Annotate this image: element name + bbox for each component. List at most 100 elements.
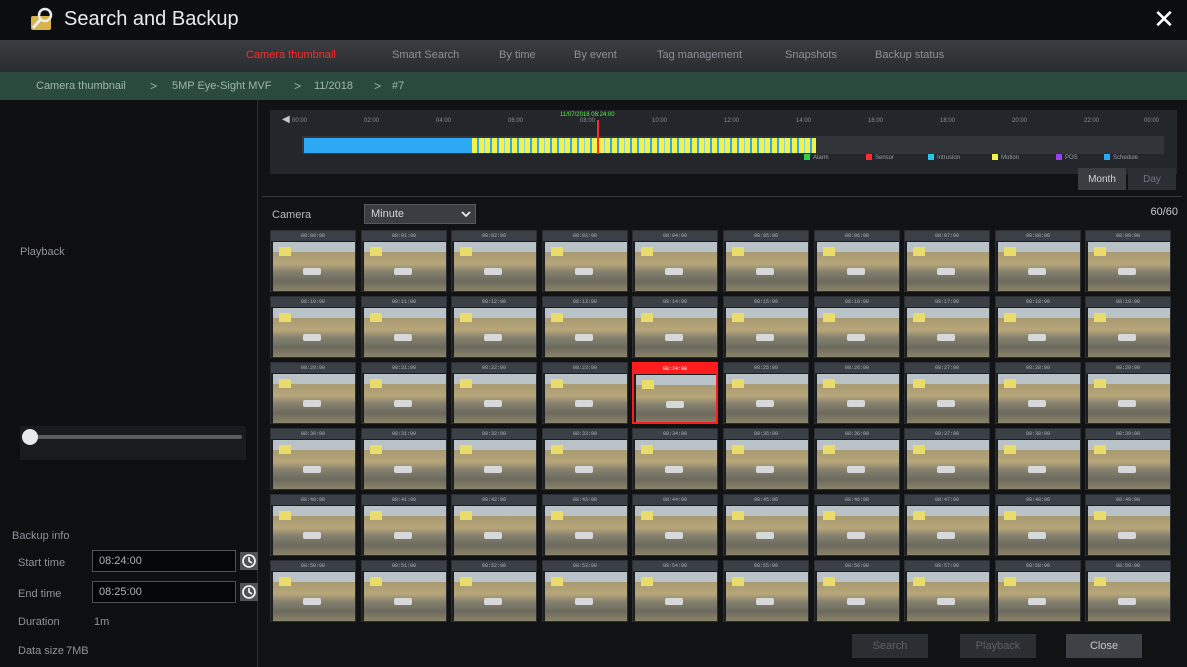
camera-label: Camera [272,209,312,221]
end-time-input[interactable] [92,581,236,603]
thumbnail[interactable]: 08:31:00 [361,428,447,490]
thumbnail[interactable]: 08:12:00 [451,296,537,358]
thumbnail[interactable]: 08:33:00 [542,428,628,490]
tab-smart-search[interactable]: Smart Search [392,49,459,61]
thumbnail[interactable]: 08:32:00 [451,428,537,490]
thumbnail-time: 08:32:00 [452,429,536,439]
timeline[interactable]: ◀ 00:00 02:00 04:00 06:00 08:00 10:00 12… [270,110,1177,174]
thumbnail[interactable]: 08:03:00 [542,230,628,292]
thumbnail[interactable]: 08:08:00 [995,230,1081,292]
thumbnail-image [726,440,808,489]
thumbnail[interactable]: 08:28:00 [995,362,1081,424]
thumbnail-image [817,440,899,489]
thumbnail[interactable]: 08:09:00 [1085,230,1171,292]
thumbnail[interactable]: 08:45:00 [723,494,809,556]
clock-icon[interactable] [240,583,258,601]
playback-progress [20,426,246,460]
thumbnail[interactable]: 08:30:00 [270,428,356,490]
thumbnail[interactable]: 08:54:00 [632,560,718,622]
close-button[interactable]: Close [1066,634,1142,658]
thumbnail[interactable]: 08:25:00 [723,362,809,424]
thumbnail[interactable]: 08:43:00 [542,494,628,556]
thumbnail[interactable]: 08:21:00 [361,362,447,424]
day-button[interactable]: Day [1128,168,1176,190]
thumbnail[interactable]: 08:53:00 [542,560,628,622]
thumbnail[interactable]: 08:13:00 [542,296,628,358]
thumbnail[interactable]: 08:37:00 [904,428,990,490]
thumbnail[interactable]: 08:58:00 [995,560,1081,622]
thumbnail[interactable]: 08:05:00 [723,230,809,292]
tab-snapshots[interactable]: Snapshots [785,49,837,61]
thumbnail[interactable]: 08:20:00 [270,362,356,424]
breadcrumb-camera[interactable]: 5MP Eye-Sight MVF [172,80,271,92]
thumbnail[interactable]: 08:55:00 [723,560,809,622]
thumbnail[interactable]: 08:48:00 [995,494,1081,556]
tab-tag-management[interactable]: Tag management [657,49,742,61]
thumbnail[interactable]: 08:46:00 [814,494,900,556]
thumbnail[interactable]: 08:06:00 [814,230,900,292]
thumbnail[interactable]: 08:15:00 [723,296,809,358]
thumbnail-time: 08:37:00 [905,429,989,439]
thumbnail[interactable]: 08:38:00 [995,428,1081,490]
playback-area[interactable]: Playback [20,246,65,258]
thumbnail[interactable]: 08:27:00 [904,362,990,424]
thumbnail-time: 08:28:00 [996,363,1080,373]
thumbnail[interactable]: 08:00:00 [270,230,356,292]
thumbnail[interactable]: 08:50:00 [270,560,356,622]
thumbnail[interactable]: 08:40:00 [270,494,356,556]
thumbnail[interactable]: 08:04:00 [632,230,718,292]
start-time-input[interactable] [92,550,236,572]
thumbnail[interactable]: 08:44:00 [632,494,718,556]
breadcrumb-day[interactable]: #7 [392,80,404,92]
thumbnail[interactable]: 08:56:00 [814,560,900,622]
thumbnail[interactable]: 08:11:00 [361,296,447,358]
breadcrumb-camera-thumbnail[interactable]: Camera thumbnail [36,80,126,92]
progress-handle[interactable] [22,429,38,445]
thumbnail[interactable]: 08:52:00 [451,560,537,622]
thumbnail[interactable]: 08:59:00 [1085,560,1171,622]
thumbnail[interactable]: 08:22:00 [451,362,537,424]
thumbnail[interactable]: 08:10:00 [270,296,356,358]
tab-backup-status[interactable]: Backup status [875,49,944,61]
playback-button[interactable]: Playback [960,634,1036,658]
close-icon[interactable]: ✕ [1151,6,1177,32]
thumbnail[interactable]: 08:23:00 [542,362,628,424]
thumbnail-image [273,242,355,291]
thumbnail[interactable]: 08:47:00 [904,494,990,556]
tab-by-event[interactable]: By event [574,49,617,61]
thumbnail[interactable]: 08:42:00 [451,494,537,556]
thumbnail[interactable]: 08:07:00 [904,230,990,292]
progress-track[interactable] [30,435,242,439]
thumbnail[interactable]: 08:02:00 [451,230,537,292]
thumbnail-image [817,242,899,291]
thumbnail-image [545,440,627,489]
thumbnail[interactable]: 08:34:00 [632,428,718,490]
timeline-cursor[interactable] [597,120,599,154]
thumbnail[interactable]: 08:18:00 [995,296,1081,358]
thumbnail[interactable]: 08:41:00 [361,494,447,556]
breadcrumb-month[interactable]: 11/2018 [314,80,353,92]
thumbnail[interactable]: 08:01:00 [361,230,447,292]
thumbnail-time: 08:31:00 [362,429,446,439]
tab-camera-thumbnail[interactable]: Camera thumbnail [246,49,336,61]
thumbnail[interactable]: 08:35:00 [723,428,809,490]
thumbnail[interactable]: 08:16:00 [814,296,900,358]
tab-by-time[interactable]: By time [499,49,536,61]
thumbnail[interactable]: 08:14:00 [632,296,718,358]
thumbnail[interactable]: 08:26:00 [814,362,900,424]
chevron-left-icon[interactable]: ◀ [282,114,290,125]
clock-icon[interactable] [240,552,258,570]
thumbnail[interactable]: 08:29:00 [1085,362,1171,424]
thumbnail[interactable]: 08:39:00 [1085,428,1171,490]
thumbnail[interactable]: 08:19:00 [1085,296,1171,358]
interval-select[interactable]: Minute [364,204,476,224]
thumbnail[interactable]: 08:57:00 [904,560,990,622]
thumbnail[interactable]: 08:49:00 [1085,494,1171,556]
thumbnail[interactable]: 08:17:00 [904,296,990,358]
thumbnail[interactable]: 08:51:00 [361,560,447,622]
thumbnail[interactable]: 08:36:00 [814,428,900,490]
thumbnail[interactable]: 08:24:00 [632,362,718,424]
search-button[interactable]: Search [852,634,928,658]
month-button[interactable]: Month [1078,168,1126,190]
interval-select-value: Minute [371,208,405,220]
